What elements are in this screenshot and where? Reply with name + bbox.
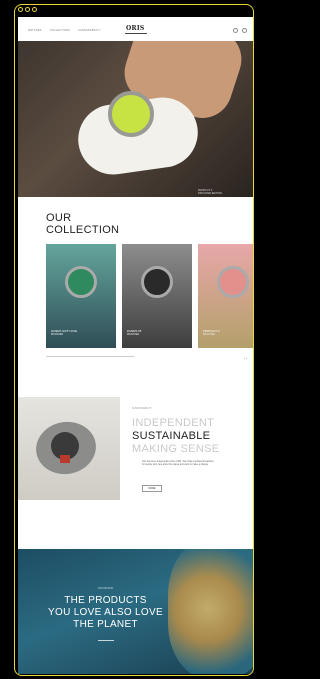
nav-link-watches[interactable]: WATCHES xyxy=(28,29,42,32)
card-name: PROPILOT X xyxy=(203,329,220,333)
sustainability-body: Oris has been independent since 1904. We… xyxy=(142,461,214,467)
collection-heading: OUR COLLECTION xyxy=(46,212,119,236)
planet-heading-line2: YOU LOVE ALSO LOVE xyxy=(48,607,163,618)
carousel-scrollbar[interactable] xyxy=(46,356,134,357)
watch-image xyxy=(141,266,173,298)
card-link[interactable]: DISCOVER xyxy=(203,334,215,336)
collection-heading-line2: COLLECTION xyxy=(46,224,120,236)
hero-caption-sub: DISCOVER EDITION xyxy=(198,192,222,196)
card-name: DIVERS 65 xyxy=(127,329,142,333)
browser-frame: WATCHES COLLECTIONS SUSTAINABILITY ORIS … xyxy=(14,4,254,676)
logo-underline xyxy=(125,33,147,34)
planet-kicker: OUR MISSION xyxy=(97,588,114,590)
sustainability-image xyxy=(18,397,120,500)
hero-banner[interactable]: PROPLOT X DISCOVER EDITION xyxy=(18,41,253,197)
planet-link-underline[interactable] xyxy=(98,640,114,641)
oris-logo[interactable]: ORIS xyxy=(126,25,145,32)
search-icon[interactable] xyxy=(233,28,238,33)
minimize-dot-icon[interactable] xyxy=(25,7,30,12)
card-link[interactable]: DISCOVER xyxy=(51,334,63,336)
maximize-dot-icon[interactable] xyxy=(32,7,37,12)
more-button[interactable]: MORE xyxy=(142,485,162,492)
close-dot-icon[interactable] xyxy=(18,7,23,12)
planet-heading-line3: THE PLANET xyxy=(73,619,138,630)
watch-image xyxy=(217,266,249,298)
collection-card[interactable]: DIVERS SIXTY-FIVE DISCOVER xyxy=(46,244,116,348)
heading-independent: INDEPENDENT xyxy=(132,417,215,429)
planet-heading: THE PRODUCTS YOU LOVE ALSO LOVE THE PLAN… xyxy=(18,595,193,631)
nav-link-collections[interactable]: COLLECTIONS xyxy=(50,29,70,32)
collection-card[interactable]: PROPILOT X DISCOVER xyxy=(198,244,253,348)
card-link[interactable]: DISCOVER xyxy=(127,334,139,336)
carousel-arrows-icon[interactable]: ‹ › xyxy=(244,356,247,360)
nav-link-sustainability[interactable]: SUSTAINABILITY xyxy=(78,29,101,32)
planet-section: OUR MISSION THE PRODUCTS YOU LOVE ALSO L… xyxy=(18,549,253,674)
heading-sustainable: SUSTAINABLE xyxy=(132,430,211,442)
collection-heading-line1: OUR xyxy=(46,212,72,224)
hero-caption[interactable]: PROPLOT X DISCOVER EDITION xyxy=(198,189,222,195)
cart-icon[interactable] xyxy=(242,28,247,33)
planet-heading-line1: THE PRODUCTS xyxy=(64,595,147,606)
heading-making-sense: MAKING SENSE xyxy=(132,443,220,455)
sustainability-kicker: SUSTAINABILITY xyxy=(132,407,152,410)
webpage: WATCHES COLLECTIONS SUSTAINABILITY ORIS … xyxy=(18,17,253,674)
hero-watch-image xyxy=(108,91,154,137)
top-nav: WATCHES COLLECTIONS SUSTAINABILITY ORIS xyxy=(18,17,253,39)
card-name: DIVERS SIXTY-FIVE xyxy=(51,329,78,333)
watch-image xyxy=(65,266,97,298)
collection-card[interactable]: DIVERS 65 DISCOVER xyxy=(122,244,192,348)
window-controls xyxy=(18,7,37,12)
red-part-image xyxy=(60,455,70,463)
